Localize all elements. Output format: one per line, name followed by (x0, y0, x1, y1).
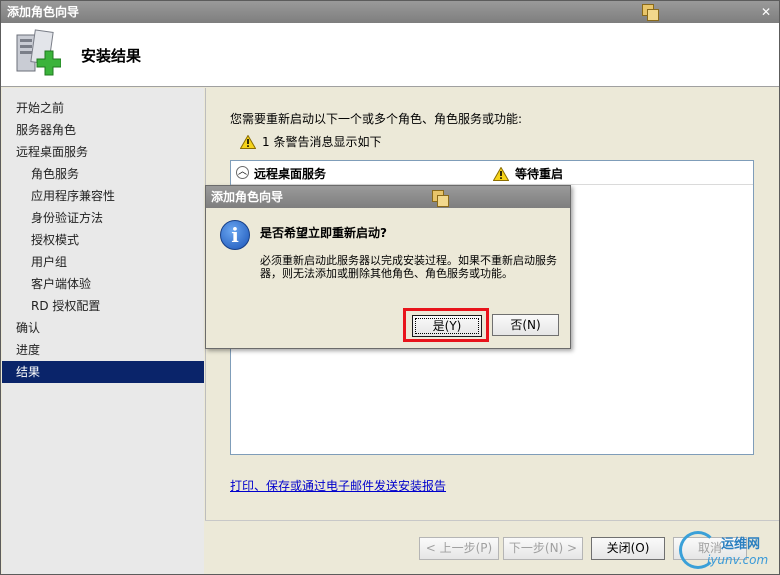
result-row-remote-desktop: ︿ 远程桌面服务 等待重启 (231, 161, 753, 185)
window-title: 添加角色向导 (7, 5, 80, 19)
dialog-question: 是否希望立即重新启动? (260, 226, 387, 240)
page-title: 安装结果 (81, 47, 142, 65)
yes-button-highlight: 是(Y) (403, 308, 489, 342)
warning-summary-text: 1 条警告消息显示如下 (262, 135, 382, 149)
nav-item-app-compatibility[interactable]: 应用程序兼容性 (2, 185, 204, 207)
dialog-title: 添加角色向导 (211, 190, 284, 204)
nav-item-remote-desktop-services[interactable]: 远程桌面服务 (2, 141, 204, 163)
yes-button[interactable]: 是(Y) (412, 315, 482, 337)
no-button[interactable]: 否(N) (492, 314, 559, 336)
warning-icon (240, 134, 256, 149)
warning-icon (493, 166, 509, 181)
result-status: 等待重启 (493, 165, 563, 182)
nav-item-client-experience[interactable]: 客户端体验 (2, 273, 204, 295)
window-close-button[interactable]: ✕ (756, 4, 776, 20)
nav-item-server-roles[interactable]: 服务器角色 (2, 119, 204, 141)
collapse-chevron-icon[interactable]: ︿ (236, 166, 249, 179)
nav-item-progress[interactable]: 进度 (2, 339, 204, 361)
wizard-window-icon (642, 4, 660, 22)
nav-item-licensing-mode[interactable]: 授权模式 (2, 229, 204, 251)
wizard-nav-sidebar: 开始之前 服务器角色 远程桌面服务 角色服务 应用程序兼容性 身份验证方法 授权… (2, 88, 204, 574)
nav-item-auth-method[interactable]: 身份验证方法 (2, 207, 204, 229)
nav-item-rd-licensing-config[interactable]: RD 授权配置 (2, 295, 204, 317)
info-icon: i (220, 220, 250, 250)
server-role-add-icon (13, 29, 62, 79)
restart-confirm-dialog: 添加角色向导 i 是否希望立即重新启动? 必须重新启动此服务器以完成安装过程。如… (205, 185, 571, 349)
warning-summary: 1 条警告消息显示如下 (240, 133, 381, 150)
restart-intro-text: 您需要重新启动以下一个或多个角色、角色服务或功能: (230, 112, 523, 126)
add-roles-wizard-window: 添加角色向导 ✕ 安装结果 开始之前 服务器角色 远程桌面服务 角色服务 应用程… (0, 0, 780, 575)
previous-button[interactable]: < 上一步(P) (419, 537, 499, 560)
nav-item-confirmation[interactable]: 确认 (2, 317, 204, 339)
result-role-name: 远程桌面服务 (254, 167, 327, 181)
nav-item-user-groups[interactable]: 用户组 (2, 251, 204, 273)
result-status-text: 等待重启 (515, 167, 564, 181)
site-watermark: 运维网 iyunv.com (677, 531, 777, 573)
watermark-cn: 运维网 (721, 537, 761, 552)
wizard-header: 安装结果 (1, 23, 779, 87)
wizard-window-icon (432, 190, 450, 208)
watermark-en: iyunv.com (707, 553, 769, 567)
close-button[interactable]: 关闭(O) (591, 537, 665, 560)
nav-item-results[interactable]: 结果 (2, 361, 204, 383)
window-titlebar: 添加角色向导 ✕ (1, 1, 779, 23)
next-button[interactable]: 下一步(N) > (503, 537, 583, 560)
dialog-message: 必须重新启动此服务器以完成安装过程。如果不重新启动服务器，则无法添加或删除其他角… (260, 254, 557, 280)
dialog-titlebar: 添加角色向导 (206, 186, 570, 208)
report-link[interactable]: 打印、保存或通过电子邮件发送安装报告 (230, 477, 446, 494)
nav-item-before-you-begin[interactable]: 开始之前 (2, 97, 204, 119)
nav-item-role-services[interactable]: 角色服务 (2, 163, 204, 185)
